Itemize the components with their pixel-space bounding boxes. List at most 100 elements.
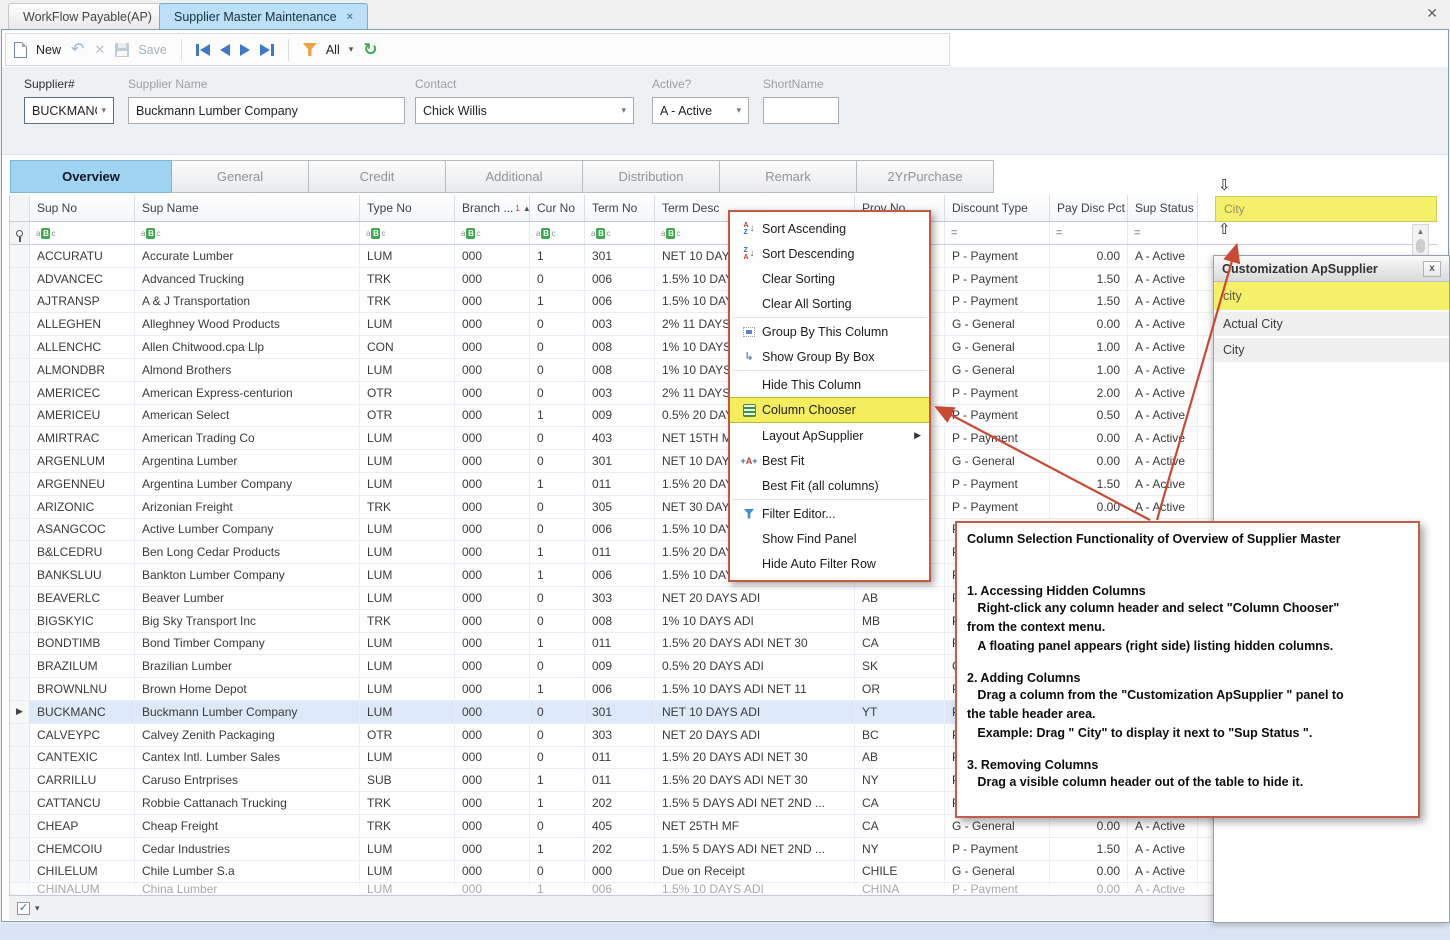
menu-item-label: Column Chooser [762,403,856,417]
filter-cell-discount-type[interactable]: = [945,222,1050,244]
row-indicator [10,450,30,472]
close-icon[interactable]: x [1423,261,1441,277]
column-header-sup-name[interactable]: Sup Name [135,195,360,221]
cell-sup-status: A - Active [1128,336,1198,358]
tab-overview[interactable]: Overview [10,160,172,193]
cancel-icon[interactable]: ✕ [94,42,105,58]
filter-cell-sup-name[interactable]: aBc [135,222,360,244]
cell-cur-no: 0 [530,747,585,769]
menu-item-hide-auto-filter-row[interactable]: Hide Auto Filter Row [730,551,929,576]
cell-sup-name: American Trading Co [135,427,360,449]
cell-discount-type: P - Payment [945,883,1050,894]
shortname-input[interactable] [763,97,839,124]
column-header-cur-no[interactable]: Cur No [530,195,585,221]
city-column-header-ghost[interactable]: City [1215,196,1437,222]
menu-item-hide-this-column[interactable]: Hide This Column [730,372,929,397]
column-header-branch-[interactable]: Branch ...1▲ [455,195,530,221]
previous-record-button[interactable] [220,44,230,56]
supplier-no-combo[interactable]: BUCKMANC ▾ [24,97,114,124]
last-record-button[interactable] [260,44,274,56]
row-indicator [10,883,30,894]
filter-cell-pay-disc-pct[interactable]: = [1050,222,1128,244]
menu-item-filter-editor-[interactable]: Filter Editor... [730,501,929,526]
toolbar: New ↶ ✕ Save All ▾ ↻ [5,33,950,66]
menu-item-best-fit-all-columns-[interactable]: Best Fit (all columns) [730,473,929,498]
column-header-sup-status[interactable]: Sup Status [1128,195,1198,221]
undo-icon[interactable]: ↶ [71,43,84,57]
customization-panel-title: Customization ApSupplier [1222,262,1378,276]
cell-sup-status: A - Active [1128,405,1198,427]
filter-cell-type-no[interactable]: aBc [360,222,455,244]
filter-dropdown[interactable]: All ▾ [303,43,353,57]
tab-credit[interactable]: Credit [309,160,446,193]
filter-cell-sup-no[interactable]: aBc [30,222,135,244]
cell-branch-: 000 [455,587,530,609]
cell-term-desc: NET 10 DAYS ADI [655,701,855,723]
cell-sup-name: Ben Long Cedar Products [135,541,360,563]
panel-item-city-dragged[interactable]: city [1214,282,1449,312]
cell-type-no: LUM [360,427,455,449]
menu-item-clear-all-sorting[interactable]: Clear All Sorting [730,291,929,316]
checkbox-icon[interactable]: ✓ [17,902,30,915]
first-record-button[interactable] [196,44,210,56]
panel-item-city[interactable]: City [1214,338,1449,364]
cell-pay-disc-pct: 0.00 [1050,861,1128,883]
cell-type-no: LUM [360,701,455,723]
vertical-scrollbar[interactable]: ▲ [1412,224,1429,258]
menu-item-column-chooser[interactable]: Column Chooser [730,397,929,423]
chevron-down-icon[interactable]: ▾ [35,903,40,914]
menu-item-sort-ascending[interactable]: AZ↓Sort Ascending [730,216,929,241]
filter-cell-term-no[interactable]: aBc [585,222,655,244]
cell-term-no: 006 [585,564,655,586]
cell-cur-no: 0 [530,359,585,381]
column-header-sup-no[interactable]: Sup No [30,195,135,221]
column-header-type-no[interactable]: Type No [360,195,455,221]
row-indicator [10,405,30,427]
menu-item-label: Show Group By Box [762,350,875,364]
tab-close-icon[interactable]: × [347,11,353,23]
sort-za-icon: ZA↓ [736,247,762,261]
column-header-pay-disc-pct[interactable]: Pay Disc Pct [1050,195,1128,221]
panel-item-actual-city[interactable]: Actual City [1214,312,1449,338]
cell-cur-no: 0 [530,861,585,883]
supplier-name-input[interactable]: Buckmann Lumber Company [128,97,405,124]
cell-branch-: 000 [455,724,530,746]
tab-remark[interactable]: Remark [720,160,857,193]
menu-item-clear-sorting[interactable]: Clear Sorting [730,266,929,291]
cell-term-no: 000 [585,861,655,883]
cell-cur-no: 0 [530,610,585,632]
filter-cell-cur-no[interactable]: aBc [530,222,585,244]
menu-item-best-fit[interactable]: +A+Best Fit [730,448,929,473]
tab-workflow-payable[interactable]: WorkFlow Payable(AP) [8,3,167,29]
refresh-icon[interactable]: ↻ [363,42,377,57]
filter-cell-sup-status[interactable]: = [1128,222,1198,244]
menu-item-group-by-this-column[interactable]: Group By This Column [730,319,929,344]
customization-panel-titlebar[interactable]: Customization ApSupplier x [1214,256,1449,282]
filter-cell-branch-[interactable]: aBc [455,222,530,244]
cell-sup-status: A - Active [1128,815,1198,837]
row-indicator [10,427,30,449]
cell-prov-no: BC [855,724,945,746]
group-by-icon [736,327,762,337]
save-label: Save [138,43,167,57]
tab-2yrpurchase[interactable]: 2YrPurchase [857,160,994,193]
contact-combo[interactable]: Chick Willis ▾ [415,97,634,124]
tab-distribution[interactable]: Distribution [583,160,720,193]
tab-general[interactable]: General [172,160,309,193]
menu-item-sort-descending[interactable]: ZA↓Sort Descending [730,241,929,266]
tab-additional[interactable]: Additional [446,160,583,193]
menu-item-layout-apsupplier[interactable]: Layout ApSupplier▶ [730,423,929,448]
column-header-term-no[interactable]: Term No [585,195,655,221]
new-button[interactable]: New [14,42,61,58]
tab-supplier-master-maintenance[interactable]: Supplier Master Maintenance × [159,3,368,29]
save-button[interactable]: Save [115,43,167,57]
cell-sup-name: Advanced Trucking [135,268,360,290]
column-header-discount-type[interactable]: Discount Type [945,195,1050,221]
menu-item-show-group-by-box[interactable]: ↳Show Group By Box [730,344,929,369]
menu-item-show-find-panel[interactable]: Show Find Panel [730,526,929,551]
cell-term-no: 003 [585,313,655,335]
next-record-button[interactable] [240,44,250,56]
active-combo[interactable]: A - Active ▾ [652,97,749,124]
window-close-icon[interactable]: ✕ [1426,5,1438,22]
annotation-line: A floating panel appears (right side) li… [967,637,1408,656]
